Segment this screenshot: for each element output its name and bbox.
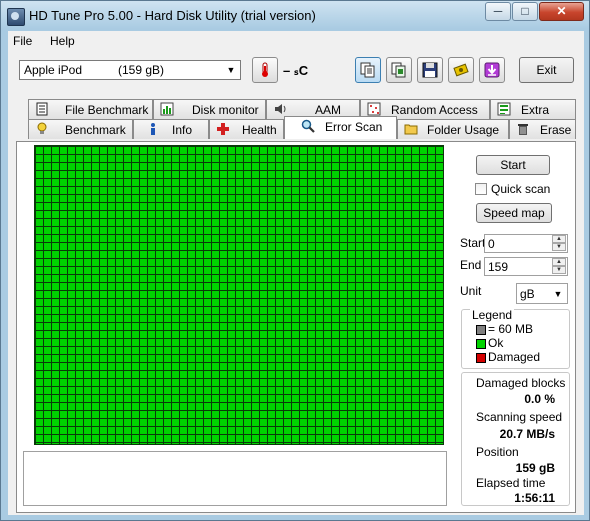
window-title: HD Tune Pro 5.00 - Hard Disk Utility (tr… bbox=[29, 8, 316, 23]
tab-label: Error Scan bbox=[325, 120, 383, 134]
start-scan-button[interactable]: Start bbox=[476, 155, 550, 175]
scan-block-map bbox=[34, 145, 444, 445]
temperature-button[interactable] bbox=[252, 57, 278, 83]
tab-extra-tests[interactable]: Extra tests bbox=[490, 99, 576, 131]
scanning-speed-value: 20.7 MB/s bbox=[499, 427, 555, 441]
tab-label: Health bbox=[242, 123, 277, 137]
scanning-speed-label: Scanning speed bbox=[476, 410, 563, 424]
drive-model: iPod bbox=[58, 63, 83, 77]
tab-label: AAM bbox=[315, 103, 342, 117]
legend-ok-label: Ok bbox=[488, 336, 504, 350]
maximize-button[interactable]: □ bbox=[512, 2, 538, 21]
save-button[interactable] bbox=[417, 57, 443, 83]
download-update-button[interactable] bbox=[479, 57, 505, 83]
tab-label: Folder Usage bbox=[427, 123, 500, 137]
file-benchmark-icon bbox=[36, 102, 48, 116]
copy-document-icon bbox=[360, 62, 375, 78]
end-input[interactable]: 159 ▲ ▼ bbox=[484, 257, 568, 276]
menu-bar: File Help bbox=[8, 31, 584, 51]
legend-block-size: = 60 MB bbox=[488, 322, 534, 336]
damaged-blocks-label: Damaged blocks bbox=[476, 376, 566, 390]
speed-map-button[interactable]: Speed map bbox=[476, 203, 552, 223]
start-label: Start bbox=[460, 236, 486, 250]
menu-file[interactable]: File bbox=[13, 34, 32, 48]
tab-info[interactable]: Info bbox=[133, 119, 209, 139]
speaker-icon bbox=[275, 104, 286, 114]
spin-up-icon[interactable]: ▲ bbox=[552, 235, 566, 243]
end-value: 159 bbox=[488, 260, 509, 274]
tab-error-scan[interactable]: Error Scan bbox=[284, 116, 397, 139]
tab-label: Benchmark bbox=[65, 123, 126, 137]
end-label: End bbox=[460, 258, 482, 272]
legend-title: Legend bbox=[470, 308, 515, 322]
app-window: HD Tune Pro 5.00 - Hard Disk Utility (tr… bbox=[0, 0, 590, 521]
position-label: Position bbox=[476, 445, 519, 459]
minimize-button[interactable]: ─ bbox=[485, 2, 511, 21]
temperature-readout: – ₛC bbox=[283, 63, 309, 78]
tab-label: Random Access bbox=[391, 103, 478, 117]
tab-label: Info bbox=[172, 123, 193, 137]
download-arrow-icon bbox=[484, 62, 500, 78]
main-client-area: Apple iPod (159 gB) ▼ – ₛC Exit File Ben… bbox=[8, 51, 584, 515]
tab-folder-usage[interactable]: Folder Usage bbox=[397, 119, 509, 139]
options-button[interactable] bbox=[448, 57, 474, 83]
spin-down-icon[interactable]: ▼ bbox=[552, 266, 566, 274]
position-value: 159 gB bbox=[515, 461, 555, 475]
drive-brand: Apple bbox=[24, 63, 55, 77]
chevron-down-icon: ▼ bbox=[553, 289, 563, 299]
title-bar[interactable]: HD Tune Pro 5.00 - Hard Disk Utility (tr… bbox=[1, 1, 589, 31]
settings-chip-icon bbox=[453, 63, 469, 77]
lightbulb-icon bbox=[37, 122, 47, 134]
start-input[interactable]: 0 ▲ ▼ bbox=[484, 234, 568, 253]
spin-up-icon[interactable]: ▲ bbox=[552, 258, 566, 266]
start-value: 0 bbox=[488, 237, 495, 251]
hdtune-app-icon bbox=[7, 8, 25, 26]
exit-button[interactable]: Exit bbox=[519, 57, 574, 83]
health-cross-icon bbox=[217, 123, 229, 135]
menu-help[interactable]: Help bbox=[50, 34, 75, 48]
folder-icon bbox=[404, 124, 418, 135]
tab-disk-monitor[interactable]: Disk monitor bbox=[153, 99, 266, 119]
elapsed-time-label: Elapsed time bbox=[476, 476, 546, 490]
chevron-down-icon: ▼ bbox=[226, 65, 236, 75]
damaged-blocks-value: 0.0 % bbox=[524, 392, 555, 406]
copy-image-icon bbox=[391, 62, 406, 78]
legend-ok-swatch bbox=[476, 339, 486, 349]
elapsed-time-value: 1:56:11 bbox=[514, 491, 555, 505]
floppy-disk-icon bbox=[422, 62, 438, 78]
thermometer-icon bbox=[262, 62, 268, 77]
info-icon bbox=[151, 123, 155, 135]
copy-screenshot-button[interactable] bbox=[386, 57, 412, 83]
magnifier-icon bbox=[301, 119, 315, 133]
tab-label: File Benchmark bbox=[65, 103, 149, 117]
unit-label: Unit bbox=[460, 284, 482, 298]
unit-select[interactable]: gB ▼ bbox=[516, 283, 568, 304]
tab-label: Disk monitor bbox=[192, 103, 259, 117]
close-button[interactable]: ✕ bbox=[539, 2, 584, 21]
tab-file-benchmark[interactable]: File Benchmark bbox=[28, 99, 153, 119]
tab-label: Erase bbox=[540, 123, 572, 137]
bar-chart-icon bbox=[160, 102, 174, 116]
quick-scan-label: Quick scan bbox=[491, 182, 551, 196]
legend-block-swatch bbox=[476, 325, 486, 335]
tab-health[interactable]: Health bbox=[209, 119, 284, 139]
legend-damaged-label: Damaged bbox=[488, 350, 541, 364]
drive-select[interactable]: Apple iPod (159 gB) ▼ bbox=[19, 60, 241, 80]
legend-damaged-swatch bbox=[476, 353, 486, 363]
tab-strip: File Benchmark Disk monitor AAM Random A… bbox=[16, 99, 576, 141]
scan-log-area bbox=[23, 451, 447, 506]
legend-box: Legend = 60 MB Ok Damaged bbox=[461, 308, 570, 369]
error-scan-panel: Start Quick scan Speed map Start 0 ▲ ▼ E… bbox=[16, 141, 576, 513]
stats-box: Damaged blocks 0.0 % Scanning speed 20.7… bbox=[461, 372, 570, 506]
drive-size: (159 gB) bbox=[118, 63, 165, 77]
tab-benchmark[interactable]: Benchmark bbox=[28, 119, 133, 139]
unit-value: gB bbox=[520, 287, 535, 301]
spin-down-icon[interactable]: ▼ bbox=[552, 243, 566, 251]
quick-scan-checkbox[interactable] bbox=[475, 183, 487, 195]
extra-tests-icon bbox=[497, 102, 511, 116]
copy-text-button[interactable] bbox=[355, 57, 381, 83]
random-access-icon bbox=[367, 102, 381, 116]
trash-icon bbox=[518, 124, 528, 135]
tab-erase[interactable]: Erase bbox=[509, 119, 576, 139]
